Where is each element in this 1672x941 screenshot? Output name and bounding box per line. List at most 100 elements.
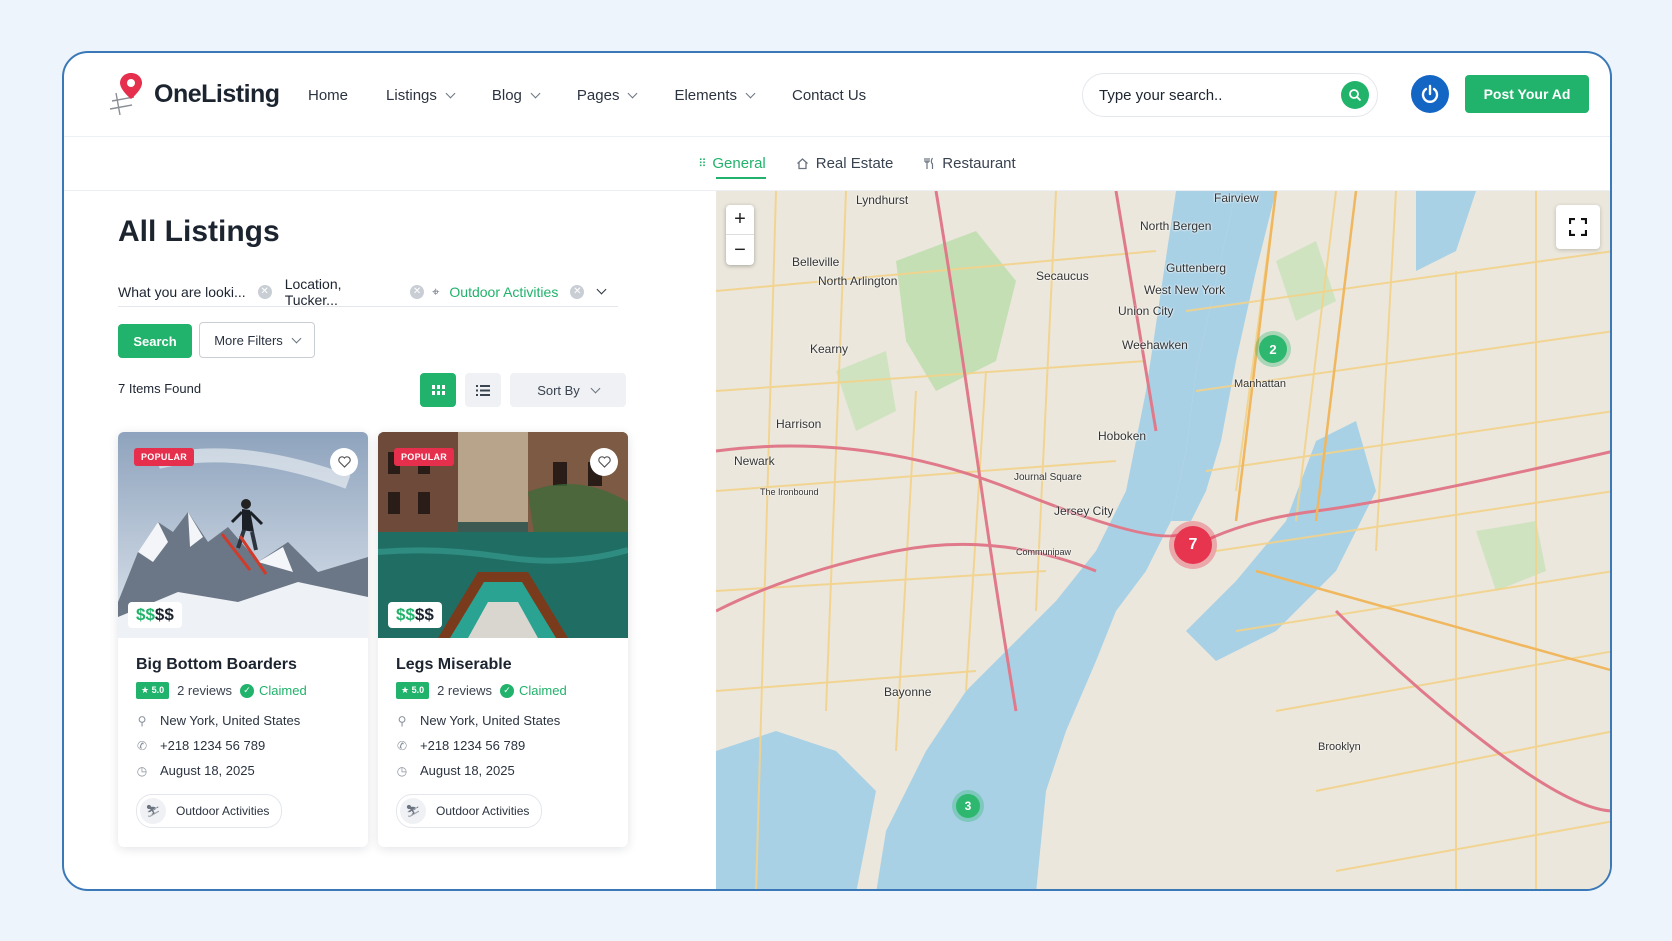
price-inactive: $$: [154, 605, 174, 624]
filter-row: What you are looki... ✕ Location, Tucker…: [118, 276, 618, 308]
brand-name: OneListing: [154, 79, 280, 108]
location-row: ⚲ New York, United States: [136, 713, 350, 728]
search-button[interactable]: [1341, 81, 1369, 109]
tab-restaurant-label: Restaurant: [942, 155, 1016, 172]
nav-blog-label: Blog: [491, 86, 522, 104]
tab-real-estate[interactable]: Real Estate: [796, 137, 894, 191]
sort-dropdown[interactable]: Sort By: [510, 373, 626, 407]
brand-logo[interactable]: OneListing: [108, 71, 280, 117]
review-count[interactable]: 2 reviews: [177, 683, 232, 698]
category-filter-value: Outdoor Activities: [449, 283, 559, 300]
page-title: All Listings: [118, 215, 280, 248]
tab-real-estate-label: Real Estate: [815, 155, 894, 172]
tab-restaurant[interactable]: Restaurant: [923, 137, 1016, 191]
map-label: Secaucus: [1036, 269, 1089, 283]
date-text: August 18, 2025: [420, 763, 515, 778]
date-text: August 18, 2025: [160, 763, 255, 778]
check-circle-icon: ✓: [500, 683, 515, 698]
map-label: Guttenberg: [1166, 261, 1227, 275]
listing-card[interactable]: POPULAR $$$$ Legs Miserable ★ 5.0 2 revi…: [378, 432, 628, 847]
map-label: West New York: [1144, 283, 1226, 297]
nav-listings-label: Listings: [386, 86, 437, 104]
map-label: The Ironbound: [760, 487, 819, 497]
listing-image-canal[interactable]: POPULAR $$$$: [378, 432, 628, 638]
map-label: Lyndhurst: [856, 193, 909, 207]
claimed-status: ✓ Claimed: [500, 683, 567, 698]
listings-map[interactable]: Lyndhurst Fairview North Bergen Bellevil…: [716, 191, 1610, 889]
listing-title[interactable]: Legs Miserable: [396, 656, 610, 674]
heart-icon[interactable]: [590, 448, 618, 476]
category-filter[interactable]: Outdoor Activities ✕: [439, 277, 618, 307]
search-icon: [1349, 89, 1362, 102]
zoom-in-button[interactable]: +: [726, 205, 754, 235]
check-circle-icon: ✓: [240, 683, 255, 698]
fullscreen-button[interactable]: [1556, 205, 1600, 249]
claimed-status: ✓ Claimed: [240, 683, 307, 698]
date-row: ◷ August 18, 2025: [396, 763, 610, 778]
sort-label: Sort By: [537, 382, 580, 398]
listing-image-ski[interactable]: POPULAR $$$$: [118, 432, 368, 638]
phone-text[interactable]: +218 1234 56 789: [420, 738, 525, 753]
nav-pages[interactable]: Pages: [577, 87, 638, 104]
keyword-filter[interactable]: What you are looki... ✕: [118, 277, 275, 307]
location-filter[interactable]: Location, Tucker... ✕ ⌖: [274, 276, 440, 308]
chevron-down-icon: [628, 88, 638, 98]
post-ad-button[interactable]: Post Your Ad: [1465, 75, 1589, 113]
account-button[interactable]: [1411, 75, 1449, 113]
popular-badge: POPULAR: [134, 448, 195, 466]
claimed-label: Claimed: [259, 683, 307, 698]
map-label: Newark: [734, 454, 775, 468]
location-row: ⚲ New York, United States: [396, 713, 610, 728]
search-submit-button[interactable]: Search: [118, 324, 192, 358]
map-label: North Bergen: [1140, 219, 1212, 233]
location-text: New York, United States: [160, 713, 301, 728]
map-pin-icon: ⚲: [137, 713, 147, 728]
list-view-button[interactable]: [465, 373, 501, 407]
clear-icon[interactable]: ✕: [257, 284, 272, 299]
tab-general[interactable]: ⠿ General: [698, 137, 767, 191]
category-tabs: ⠿ General Real Estate Restaurant: [64, 137, 1610, 191]
locate-icon[interactable]: ⌖: [432, 284, 439, 300]
listing-card[interactable]: POPULAR $$$$ Big Bottom Boarders ★ 5.0 2…: [118, 432, 368, 847]
map-label: Brooklyn: [1318, 741, 1361, 753]
grid-view-button[interactable]: [420, 373, 456, 407]
more-filters-button[interactable]: More Filters: [199, 322, 315, 358]
nav-contact[interactable]: Contact Us: [792, 87, 866, 104]
nav-home[interactable]: Home: [308, 87, 348, 104]
category-tag-label: Outdoor Activities: [176, 804, 270, 818]
map-label: Union City: [1118, 304, 1174, 318]
review-count[interactable]: 2 reviews: [437, 683, 492, 698]
clock-icon: ◷: [396, 763, 408, 778]
zoom-out-button[interactable]: −: [726, 235, 754, 265]
clear-icon[interactable]: ✕: [570, 284, 585, 299]
category-tag[interactable]: ⛷ Outdoor Activities: [136, 794, 283, 828]
map-cluster-marker[interactable]: 7: [1174, 526, 1212, 564]
grid-dots-icon: ⠿: [698, 158, 706, 170]
chevron-down-icon: [590, 383, 601, 393]
chevron-down-icon: [530, 88, 541, 98]
nav-blog[interactable]: Blog: [491, 86, 541, 104]
clock-icon: ◷: [136, 763, 148, 778]
phone-text[interactable]: +218 1234 56 789: [160, 738, 265, 753]
listing-title[interactable]: Big Bottom Boarders: [136, 656, 350, 674]
price-level: $$$$: [388, 602, 442, 628]
chevron-down-icon[interactable]: [596, 284, 607, 295]
fullscreen-icon: [1569, 218, 1587, 236]
nav-elements[interactable]: Elements: [674, 87, 756, 104]
map-label: Hoboken: [1098, 429, 1147, 443]
map-cluster-marker[interactable]: 3: [956, 794, 980, 818]
header-search: [1082, 73, 1378, 117]
popular-badge: POPULAR: [394, 448, 455, 466]
chevron-down-icon: [291, 333, 302, 343]
category-tag[interactable]: ⛷ Outdoor Activities: [396, 794, 543, 828]
map-label: Weehawken: [1122, 338, 1188, 352]
skier-icon: ⛷: [140, 798, 166, 824]
nav-listings[interactable]: Listings: [386, 86, 456, 104]
search-input[interactable]: [1099, 86, 1341, 104]
rating-row: ★ 5.0 2 reviews ✓ Claimed: [136, 682, 350, 699]
heart-icon[interactable]: [330, 448, 358, 476]
app-window: OneListing Home Listings Blog Pages Elem…: [62, 51, 1612, 891]
map-pin-logo-icon: [108, 71, 148, 117]
map-cluster-marker[interactable]: 2: [1259, 335, 1287, 363]
clear-icon[interactable]: ✕: [410, 284, 425, 299]
